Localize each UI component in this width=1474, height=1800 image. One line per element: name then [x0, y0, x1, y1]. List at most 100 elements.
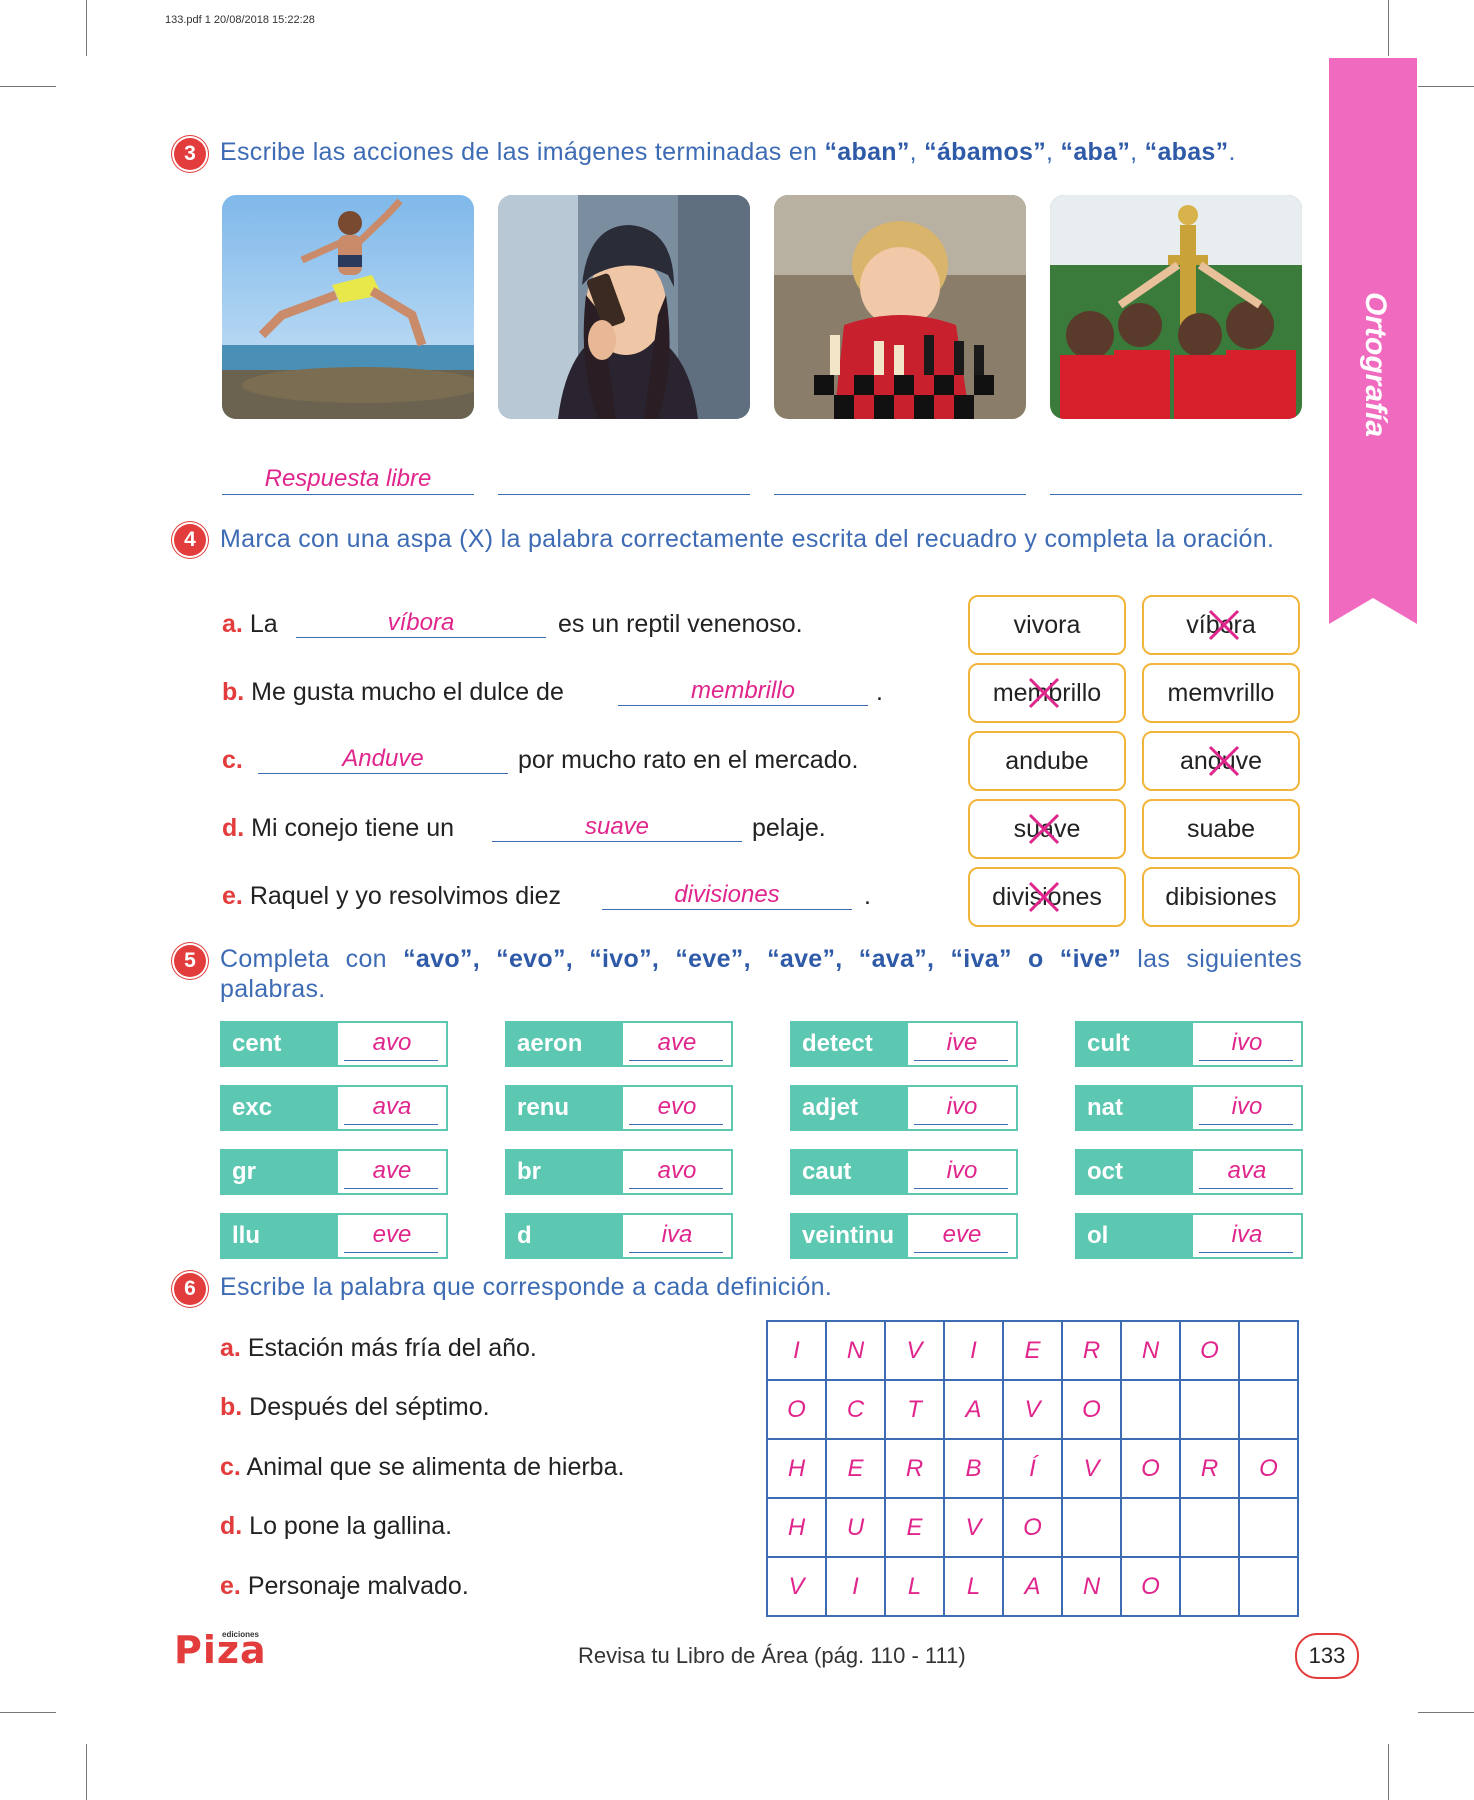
grid-cell[interactable]: I: [943, 1320, 1004, 1381]
grid-cell[interactable]: [1238, 1320, 1299, 1381]
grid-row: INVIERNO: [766, 1320, 1299, 1381]
grid-cell[interactable]: H: [766, 1438, 827, 1499]
grid-cell[interactable]: [1179, 1556, 1240, 1617]
sentence-c-end: por mucho rato en el mercado.: [518, 746, 859, 774]
word-completion-box[interactable]: nat ivo: [1075, 1085, 1303, 1131]
grid-cell[interactable]: R: [1179, 1438, 1240, 1499]
grid-cell[interactable]: V: [766, 1556, 827, 1617]
sentence-e-end: .: [864, 882, 871, 910]
grid-cell[interactable]: H: [766, 1497, 827, 1558]
word-completion-box[interactable]: llu eve: [220, 1213, 448, 1259]
word-completion-box[interactable]: exc ava: [220, 1085, 448, 1131]
section-tab-label: Ortografía: [1359, 292, 1392, 438]
answer-line[interactable]: [222, 494, 474, 495]
grid-cell[interactable]: E: [1002, 1320, 1063, 1381]
answer-line[interactable]: [296, 637, 546, 638]
grid-cell[interactable]: A: [943, 1379, 1004, 1440]
grid-cell[interactable]: V: [1002, 1379, 1063, 1440]
crop-mark: [1418, 86, 1474, 87]
photo-boy-chess: [774, 195, 1026, 419]
grid-cell[interactable]: O: [1120, 1438, 1181, 1499]
definition-c: c. Animal que se alimenta de hierba.: [220, 1453, 625, 1481]
grid-cell[interactable]: E: [825, 1438, 886, 1499]
grid-cell[interactable]: O: [766, 1379, 827, 1440]
sentence-b: b. Me gusta mucho el dulce de: [222, 678, 564, 706]
grid-cell[interactable]: B: [943, 1438, 1004, 1499]
sentence-e: e. Raquel y yo resolvimos diez: [222, 882, 562, 910]
grid-cell[interactable]: [1238, 1379, 1299, 1440]
grid-cell[interactable]: L: [884, 1556, 945, 1617]
grid-cell[interactable]: Í: [1002, 1438, 1063, 1499]
grid-cell[interactable]: I: [766, 1320, 827, 1381]
word-completion-box[interactable]: ol iva: [1075, 1213, 1303, 1259]
answer-line[interactable]: [492, 841, 742, 842]
grid-cell[interactable]: O: [1120, 1556, 1181, 1617]
grid-cell[interactable]: A: [1002, 1556, 1063, 1617]
grid-cell[interactable]: [1179, 1379, 1240, 1440]
sentence-b-end: .: [876, 678, 883, 706]
grid-cell[interactable]: V: [1061, 1438, 1122, 1499]
answer-line[interactable]: [1050, 494, 1302, 495]
grid-cell[interactable]: [1061, 1497, 1122, 1558]
answer-text: Anduve: [342, 745, 424, 772]
word-completion-box[interactable]: veintinu eve: [790, 1213, 1018, 1259]
grid-cell[interactable]: O: [1061, 1379, 1122, 1440]
grid-cell[interactable]: N: [1061, 1556, 1122, 1617]
answer-text: víbora: [387, 609, 455, 636]
answer-line[interactable]: [618, 705, 868, 706]
word-completion-box[interactable]: adjet ivo: [790, 1085, 1018, 1131]
crop-mark: [86, 1744, 87, 1800]
answer-line[interactable]: [602, 909, 852, 910]
word-completion-box[interactable]: d iva: [505, 1213, 733, 1259]
grid-cell[interactable]: U: [825, 1497, 886, 1558]
answer-line[interactable]: [258, 773, 508, 774]
word-option[interactable]: dibisiones: [1142, 867, 1300, 927]
grid-cell[interactable]: [1238, 1497, 1299, 1558]
exercise-6-instruction: Escribe la palabra que corresponde a cad…: [220, 1273, 833, 1301]
crop-mark: [1388, 1744, 1389, 1800]
word-option[interactable]: andube: [968, 731, 1126, 791]
grid-cell[interactable]: I: [825, 1556, 886, 1617]
grid-cell[interactable]: O: [1238, 1438, 1299, 1499]
grid-cell[interactable]: [1120, 1379, 1181, 1440]
grid-cell[interactable]: V: [943, 1497, 1004, 1558]
word-completion-box[interactable]: cent avo: [220, 1021, 448, 1067]
word-option[interactable]: suabe: [1142, 799, 1300, 859]
word-completion-box[interactable]: oct ava: [1075, 1149, 1303, 1195]
grid-cell[interactable]: N: [825, 1320, 886, 1381]
grid-cell[interactable]: C: [825, 1379, 886, 1440]
grid-cell[interactable]: E: [884, 1497, 945, 1558]
word-completion-box[interactable]: detect ive: [790, 1021, 1018, 1067]
word-option[interactable]: memvrillo: [1142, 663, 1300, 723]
word-completion-box[interactable]: gr ave: [220, 1149, 448, 1195]
word-completion-box[interactable]: aeron ave: [505, 1021, 733, 1067]
grid-cell[interactable]: T: [884, 1379, 945, 1440]
grid-cell[interactable]: V: [884, 1320, 945, 1381]
word-completion-box[interactable]: caut ivo: [790, 1149, 1018, 1195]
grid-cell[interactable]: O: [1179, 1320, 1240, 1381]
answer-line[interactable]: [774, 494, 1026, 495]
grid-cell[interactable]: [1120, 1497, 1181, 1558]
crop-mark: [0, 86, 56, 87]
x-mark-icon: [1028, 813, 1060, 845]
grid-cell[interactable]: N: [1120, 1320, 1181, 1381]
x-mark-icon: [1208, 745, 1240, 777]
word-completion-box[interactable]: cult ivo: [1075, 1021, 1303, 1067]
grid-cell[interactable]: [1238, 1556, 1299, 1617]
exercise-number: 3: [174, 138, 206, 170]
grid-cell[interactable]: R: [884, 1438, 945, 1499]
answer-line[interactable]: [498, 494, 750, 495]
word-option[interactable]: vivora: [968, 595, 1126, 655]
grid-cell[interactable]: R: [1061, 1320, 1122, 1381]
exercise-5-instruction: Completa con “avo”, “evo”, “ivo”, “eve”,…: [220, 945, 1302, 1003]
grid-cell[interactable]: O: [1002, 1497, 1063, 1558]
exercise-number: 5: [174, 945, 206, 977]
crop-mark: [1418, 1712, 1474, 1713]
word-completion-box[interactable]: renu evo: [505, 1085, 733, 1131]
grid-cell[interactable]: [1179, 1497, 1240, 1558]
word-completion-box[interactable]: br avo: [505, 1149, 733, 1195]
pdf-header: 133.pdf 1 20/08/2018 15:22:28: [165, 14, 315, 26]
grid-cell[interactable]: L: [943, 1556, 1004, 1617]
sentence-d: d. Mi conejo tiene un: [222, 814, 455, 842]
letter-grid: INVIERNOOCTAVOHERBÍVOROHUEVOVILLANO: [766, 1320, 1299, 1617]
